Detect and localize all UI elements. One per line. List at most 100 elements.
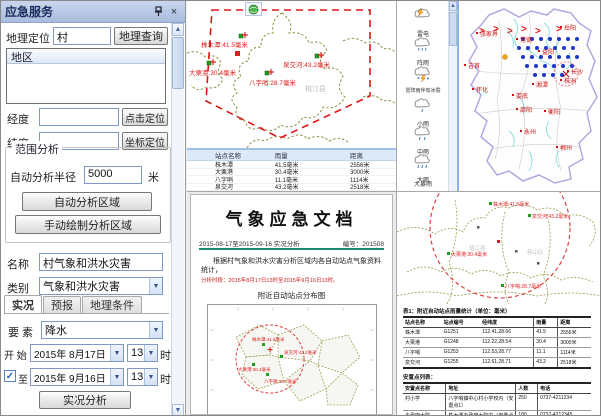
tab-geo-condition[interactable]: 地理条件: [82, 296, 142, 313]
station-distribution-figure: 株木潭:41.5毫米 大栗港:30.4毫米 泉交河:43.2毫米 八字哨:28.…: [207, 304, 377, 415]
legend-item-rainstorm[interactable]: 大暴雨: [403, 179, 443, 188]
end-enabled-checkbox[interactable]: ✓: [4, 370, 16, 382]
geo-locate-input[interactable]: 村: [53, 27, 111, 45]
analysis-map-panel[interactable]: 桃江县 株木潭:41.5毫米 大栗港:30.4毫米 泉交河:43.2毫米 八字哨: [187, 1, 396, 191]
chevron-down-icon[interactable]: ▼: [149, 278, 162, 294]
table-row[interactable]: 泉交河43.2毫米2518米: [187, 184, 396, 192]
auto-analyze-region-button[interactable]: 自动分析区域: [22, 192, 152, 211]
svg-text:泉交河:43.2毫米: 泉交河:43.2毫米: [532, 213, 568, 220]
emergency-document-panel[interactable]: 气象应急文档 2015-08-17至2015-09-16 实况分析 编号：201…: [187, 192, 396, 416]
heavy-rain-icon: [413, 153, 433, 170]
svg-text:株木潭:41.5毫米: 株木潭:41.5毫米: [493, 201, 529, 208]
tab-live[interactable]: 实况: [4, 295, 42, 313]
start-date-value: 2015年 8月17日: [31, 346, 110, 361]
live-analyze-button[interactable]: 实况分析: [39, 391, 131, 409]
geo-query-button[interactable]: 地理查询: [114, 27, 168, 45]
legend-item-moderate-rain[interactable]: 中雨: [403, 125, 443, 156]
shelter-table: 安置点名称地址 人数电话 村小学八字哨镇中心村小学校内（安置点1） 250073…: [403, 382, 591, 416]
panel-titlebar[interactable]: 应急服务 ×: [1, 1, 185, 23]
weather-symbol-legend: 雷电 阵雨 雷阵雨伴有冰雹 小雨: [397, 1, 457, 191]
svg-text:八字哨:28.7毫米: 八字哨:28.7毫米: [249, 78, 296, 87]
doc2-counties: [397, 200, 601, 304]
document-subnote: 分析时段：2015年8月17日13时至2015年9月16日13时。: [201, 276, 382, 284]
svg-text:湘潭: 湘潭: [536, 81, 548, 89]
figure-canvas: 株木潭:41.5毫米 大栗港:30.4毫米 泉交河:43.2毫米 八字哨:28.…: [208, 305, 376, 415]
svg-text:>: >: [507, 26, 513, 37]
name-input[interactable]: 村气象和洪水灾害: [39, 253, 163, 271]
col-dist: 距离: [350, 150, 396, 160]
scroll-up-icon[interactable]: ▲: [449, 1, 457, 11]
panel-scrollbar[interactable]: ▲ ▼: [171, 23, 184, 416]
svg-text:泉交河:43.2毫米: 泉交河:43.2毫米: [283, 60, 330, 69]
region-column-header[interactable]: 地区: [7, 49, 165, 64]
legend-scrollbar[interactable]: ▲: [448, 1, 457, 191]
chevron-down-icon[interactable]: ▼: [149, 322, 162, 338]
start-hour-select[interactable]: 13 ▼: [127, 344, 158, 362]
end-hour-value: 13: [128, 371, 144, 383]
svg-text:吉首: 吉首: [468, 62, 480, 70]
svg-text:大栗港:30.4毫米: 大栗港:30.4毫米: [238, 366, 271, 373]
chevron-down-icon[interactable]: ▼: [144, 369, 157, 385]
alert-marker[interactable]: [235, 51, 240, 56]
svg-text:邵阳: 邵阳: [520, 106, 532, 114]
table-row: 乡政府大院株木潭乡政府大院内（安置点2） 1800737-4212345: [403, 411, 591, 416]
shelter-list-label: 安置点列表：: [403, 373, 601, 381]
emergency-service-panel: 应急服务 × 地理定位 村 地理查询 地区 经度 点击定位 纬度 坐标定位: [1, 1, 186, 416]
app-window: 应急服务 × 地理定位 村 地理查询 地区 经度 点击定位 纬度 坐标定位: [0, 0, 601, 416]
start-hour-suffix: 时: [160, 347, 171, 363]
category-select[interactable]: 气象和洪水灾害 ▼: [39, 277, 163, 295]
scrollbar-thumb[interactable]: [449, 12, 457, 46]
element-select[interactable]: 降水 ▼: [41, 321, 163, 339]
legend-item-light-rain[interactable]: 小雨: [403, 97, 443, 128]
station-result-table[interactable]: 站点名称 雨量 距离 株木潭41.5毫米2556米 大栗港30.4毫米3000米…: [187, 148, 396, 191]
svg-text:赫山区: 赫山区: [527, 248, 544, 256]
station-marker[interactable]: 八字哨:28.7毫米: [249, 69, 296, 87]
scrollbar-thumb[interactable]: [172, 37, 184, 89]
document-page-2[interactable]: 桃江县 赫山区 株木潭:41.5毫米 泉交河:43.2毫米 大栗港:30.4毫米…: [397, 192, 601, 416]
longitude-input[interactable]: [39, 108, 119, 126]
legend-item-shower[interactable]: 阵雨: [403, 36, 443, 67]
table-row: 泉交河G1255112.61,28.71 43.22518米: [403, 358, 591, 369]
auto-radius-input[interactable]: 5000: [84, 166, 142, 184]
end-date-value: 2015年 9月16日: [31, 370, 110, 385]
end-hour-select[interactable]: 13 ▼: [127, 368, 158, 386]
start-date-picker[interactable]: 2015年 8月17日 ▼: [30, 344, 124, 362]
legend-item-thunder[interactable]: 雷电: [403, 7, 443, 38]
station-marker[interactable]: 大栗港:30.4毫米: [189, 59, 236, 77]
chevron-down-icon[interactable]: ▼: [110, 369, 123, 385]
svg-text:八字哨:28.7毫米: 八字哨:28.7毫米: [264, 378, 297, 385]
svg-text:郴州: 郴州: [560, 144, 572, 152]
start-hour-value: 13: [128, 347, 144, 359]
scroll-down-icon[interactable]: ▼: [172, 404, 184, 416]
end-date-picker[interactable]: 2015年 9月16日 ▼: [30, 368, 124, 386]
element-label: 要 素: [8, 324, 33, 340]
close-icon[interactable]: ×: [167, 5, 181, 19]
analysis-map-canvas[interactable]: 桃江县 株木潭:41.5毫米 大栗港:30.4毫米 泉交河:43.2毫米 八字哨: [187, 1, 396, 148]
chevron-down-icon[interactable]: ▼: [110, 345, 123, 361]
map-toolbar[interactable]: [245, 2, 262, 16]
longitude-label: 经度: [7, 111, 29, 127]
svg-text:大栗港:30.4毫米: 大栗港:30.4毫米: [451, 251, 487, 258]
chevron-down-icon[interactable]: ▼: [144, 345, 157, 361]
svg-text:张家界: 张家界: [480, 30, 498, 38]
station-marker[interactable]: 泉交河:43.2毫米: [283, 52, 330, 69]
svg-text:长沙: 长沙: [571, 68, 583, 76]
legend-item-thunder-hail[interactable]: 雷阵雨伴有冰雹: [403, 65, 443, 94]
category-label: 类别: [7, 280, 29, 296]
province-map-canvas[interactable]: >>> >>> 岳阳 常德 张家界 吉首 益阳 长沙 株洲 湘潭 怀化 娄底 邵…: [459, 1, 601, 191]
panel-title: 应急服务: [5, 3, 149, 20]
click-locate-button[interactable]: 点击定位: [122, 108, 168, 126]
globe-icon: [248, 4, 259, 15]
scroll-up-icon[interactable]: ▲: [172, 23, 184, 36]
table-row: 村小学八字哨镇中心村小学校内（安置点1） 2500737-4211234: [403, 394, 591, 411]
analysis-tabs: 实况 预报 地理条件: [4, 297, 169, 314]
category-value: 气象和洪水灾害: [40, 278, 149, 294]
manual-draw-region-button[interactable]: 手动绘制分析区域: [15, 215, 161, 234]
figure-caption: 附近自动站点分布图: [191, 290, 392, 301]
tab-forecast[interactable]: 预报: [43, 296, 81, 313]
province-overview-map[interactable]: >>> >>> 岳阳 常德 张家界 吉首 益阳 长沙 株洲 湘潭 怀化 娄底 邵…: [457, 1, 601, 191]
pin-icon[interactable]: [151, 5, 165, 19]
shower-icon: [413, 36, 433, 53]
station-marker[interactable]: 株木潭:41.5毫米: [201, 32, 248, 49]
region-listbox[interactable]: 地区: [6, 48, 166, 104]
